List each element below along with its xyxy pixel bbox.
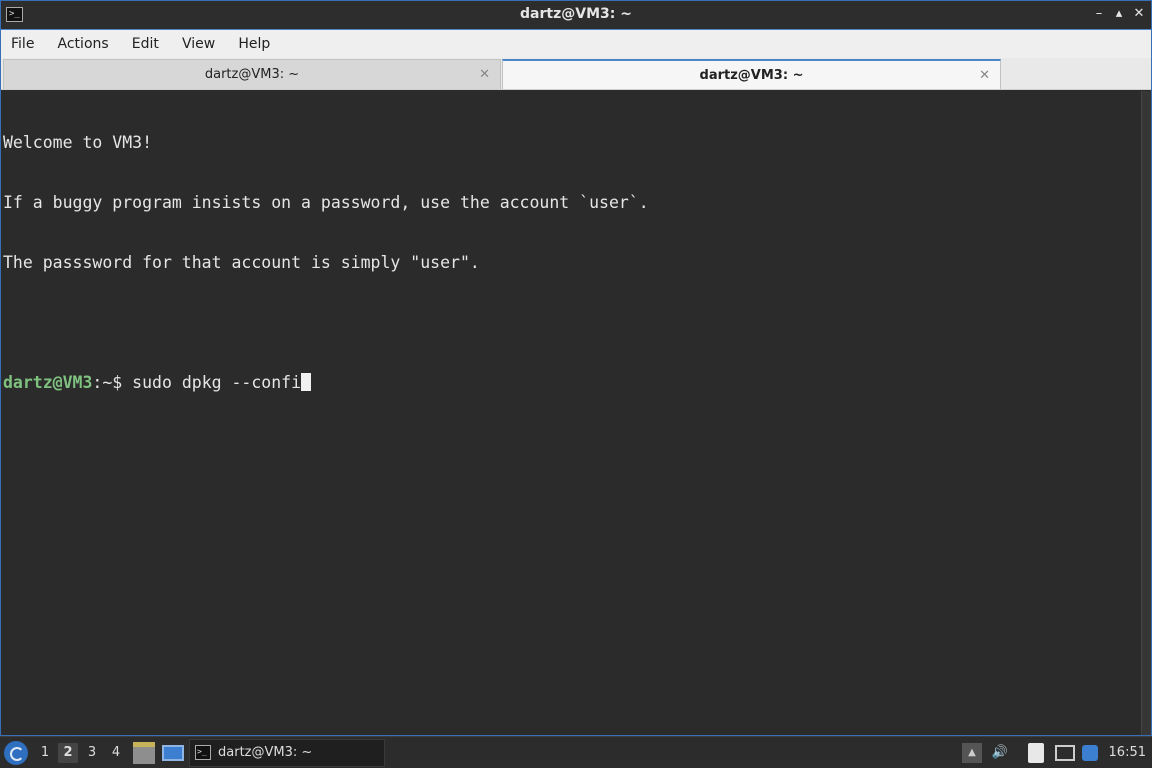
tab-bar: dartz@VM3: ~ ✕ dartz@VM3: ~ ✕ <box>1 58 1151 90</box>
file-manager-icon[interactable] <box>133 742 155 764</box>
start-menu-button[interactable] <box>4 741 28 765</box>
notification-icon[interactable] <box>1082 745 1098 761</box>
terminal-window: >_ dartz@VM3: ~ – ▴ ✕ File Actions Edit … <box>0 0 1152 736</box>
tab-label: dartz@VM3: ~ <box>699 68 804 83</box>
tab-label: dartz@VM3: ~ <box>204 67 300 82</box>
clipboard-icon[interactable] <box>1028 743 1044 763</box>
desktop-1-button[interactable]: 1 <box>35 743 55 763</box>
prompt-user: dartz@VM3 <box>3 373 93 392</box>
terminal-line: The passsword for that account is simply… <box>3 253 480 272</box>
tab-terminal-1[interactable]: dartz@VM3: ~ ✕ <box>3 59 501 89</box>
menu-actions[interactable]: Actions <box>49 30 118 58</box>
text-cursor <box>301 373 312 391</box>
tab-terminal-2[interactable]: dartz@VM3: ~ ✕ <box>502 59 1001 89</box>
terminal-line: Welcome to VM3! <box>3 133 153 152</box>
desktop-2-button[interactable]: 2 <box>58 743 78 763</box>
title-bar[interactable]: >_ dartz@VM3: ~ – ▴ ✕ <box>1 1 1151 30</box>
menu-help[interactable]: Help <box>229 30 279 58</box>
maximize-button[interactable]: ▴ <box>1110 5 1128 23</box>
task-label: dartz@VM3: ~ <box>218 745 313 760</box>
taskbar-terminal-task[interactable]: >_ dartz@VM3: ~ <box>189 739 385 767</box>
menu-edit[interactable]: Edit <box>123 30 168 58</box>
tab-close-icon[interactable]: ✕ <box>479 60 490 89</box>
terminal-icon: >_ <box>195 745 211 760</box>
window-title: dartz@VM3: ~ <box>520 6 632 22</box>
tray-expand-icon[interactable]: ▲ <box>962 743 982 763</box>
tab-close-icon[interactable]: ✕ <box>979 61 990 90</box>
show-desktop-icon[interactable] <box>162 745 184 761</box>
terminal-output[interactable]: Welcome to VM3! If a buggy program insis… <box>1 91 1141 735</box>
prompt-line: dartz@VM3:~$ sudo dpkg --confi <box>3 373 1139 393</box>
menu-file[interactable]: File <box>1 30 43 58</box>
network-icon[interactable] <box>1055 745 1075 761</box>
desktop-4-button[interactable]: 4 <box>106 743 126 763</box>
minimize-button[interactable]: – <box>1090 5 1108 23</box>
menu-view[interactable]: View <box>173 30 224 58</box>
menu-bar: File Actions Edit View Help <box>1 30 1151 58</box>
prompt-path: :~$ <box>92 373 133 392</box>
command-input[interactable]: sudo dpkg --confi <box>132 373 301 392</box>
terminal-scrollbar[interactable] <box>1141 91 1151 735</box>
close-button[interactable]: ✕ <box>1130 5 1148 23</box>
taskbar: 1 2 3 4 >_ dartz@VM3: ~ ▲ 🔊 16:51 <box>0 736 1152 768</box>
desktop-3-button[interactable]: 3 <box>82 743 102 763</box>
terminal-line: If a buggy program insists on a password… <box>3 193 649 212</box>
volume-icon[interactable]: 🔊 <box>990 743 1010 763</box>
clock[interactable]: 16:51 <box>1109 743 1146 763</box>
